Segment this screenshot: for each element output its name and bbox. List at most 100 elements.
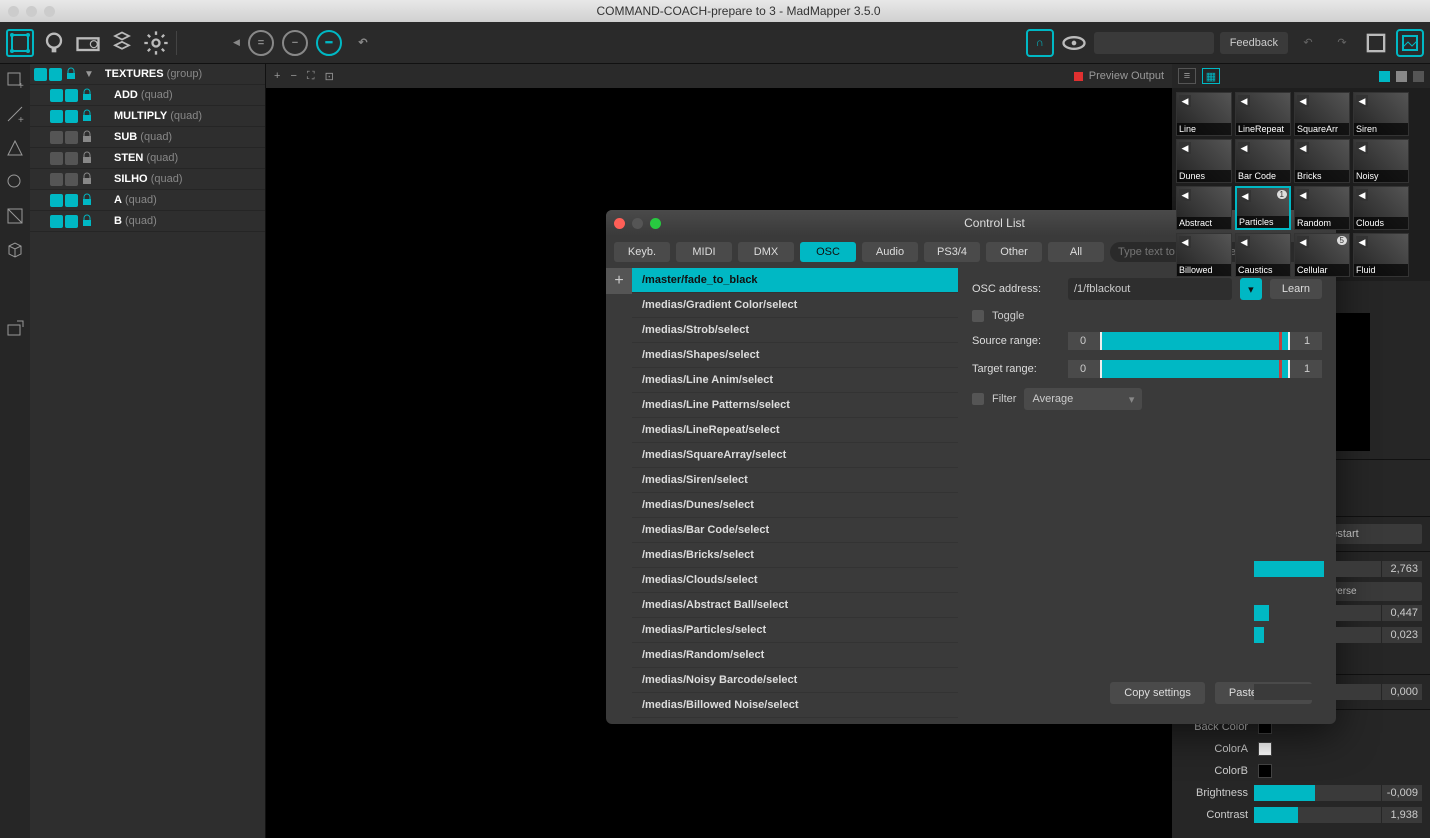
media-thumbnail[interactable]: ◀LineRepeat: [1235, 92, 1291, 136]
visibility-checkbox[interactable]: [50, 89, 63, 102]
lock-box-icon[interactable]: [1362, 29, 1390, 57]
bassglow-value[interactable]: 0,000: [1382, 684, 1422, 700]
minimize-window-button[interactable]: [26, 6, 37, 17]
undo-icon[interactable]: ↶: [350, 30, 376, 56]
add-3d-icon[interactable]: [5, 240, 25, 260]
visibility-checkbox[interactable]: [49, 68, 62, 81]
redo-history-icon[interactable]: ↷: [1328, 29, 1356, 57]
contrast-slider[interactable]: [1254, 807, 1381, 823]
speed-value[interactable]: 2,763: [1382, 561, 1422, 577]
control-list-item[interactable]: /medias/Particles/select: [632, 618, 958, 643]
undo-history-icon[interactable]: ↶: [1294, 29, 1322, 57]
colorb-swatch[interactable]: [1258, 764, 1272, 778]
feedback-button[interactable]: Feedback: [1220, 32, 1288, 54]
copy-settings-button[interactable]: Copy settings: [1110, 682, 1205, 704]
solo-checkbox[interactable]: [65, 173, 78, 186]
quad-tool-icon[interactable]: [6, 29, 34, 57]
expand-icon[interactable]: ⛶: [307, 70, 315, 83]
tree-item[interactable]: STEN (quad): [30, 148, 265, 169]
dialog-minimize-button[interactable]: [632, 218, 643, 229]
control-list-item[interactable]: /medias/Abstract Ball/select: [632, 593, 958, 618]
grid-view-tab[interactable]: ▦: [1202, 68, 1220, 84]
media-thumbnail[interactable]: ◀Billowed: [1176, 233, 1232, 277]
color-filter-gray[interactable]: [1396, 71, 1407, 82]
dialog-tab[interactable]: DMX: [738, 242, 794, 262]
control-list-item[interactable]: /medias/Shapes/select: [632, 343, 958, 368]
add-icon[interactable]: +: [274, 70, 280, 82]
dialog-tab[interactable]: Audio: [862, 242, 918, 262]
remove-icon[interactable]: −: [290, 70, 296, 82]
modules-icon[interactable]: [108, 29, 136, 57]
node-icon[interactable]: ∩: [1026, 29, 1054, 57]
control-list-item[interactable]: /medias/Noisy Barcode/select: [632, 668, 958, 693]
fit-icon[interactable]: ⊡: [325, 70, 334, 83]
media-thumbnail[interactable]: ◀Bar Code: [1235, 139, 1291, 183]
control-list-item[interactable]: /medias/Bar Code/select: [632, 518, 958, 543]
contrast-value[interactable]: 1,938: [1382, 807, 1422, 823]
media-thumbnail[interactable]: ◀Clouds: [1353, 186, 1409, 230]
dialog-zoom-button[interactable]: [650, 218, 661, 229]
control-list-item[interactable]: /medias/Bricks/select: [632, 543, 958, 568]
control-list-item[interactable]: /medias/Siren/select: [632, 468, 958, 493]
solo-checkbox[interactable]: [65, 215, 78, 228]
media-thumbnail[interactable]: ◀1Particles: [1235, 186, 1291, 230]
color-filter-dark[interactable]: [1413, 71, 1424, 82]
expand-caret-icon[interactable]: ▼: [84, 69, 94, 80]
solo-checkbox[interactable]: [65, 131, 78, 144]
dialog-tab[interactable]: PS3/4: [924, 242, 980, 262]
dialog-tab[interactable]: MIDI: [676, 242, 732, 262]
speed-slider[interactable]: [1254, 561, 1381, 577]
import-icon[interactable]: [5, 318, 25, 338]
media-thumbnail[interactable]: ◀Siren: [1353, 92, 1409, 136]
media-thumbnail[interactable]: ◀Abstract: [1176, 186, 1232, 230]
colora-swatch[interactable]: [1258, 742, 1272, 756]
blend-dash-button[interactable]: ━: [316, 30, 342, 56]
media-thumbnail[interactable]: ◀Random: [1294, 186, 1350, 230]
media-thumbnail[interactable]: ◀Line: [1176, 92, 1232, 136]
lock-icon[interactable]: [80, 109, 94, 123]
control-list-item[interactable]: /medias/Line Anim/select: [632, 368, 958, 393]
source-range-slider[interactable]: 0 1: [1068, 332, 1322, 350]
solo-checkbox[interactable]: [65, 194, 78, 207]
lock-icon[interactable]: [64, 67, 78, 81]
lock-icon[interactable]: [80, 193, 94, 207]
control-list-item[interactable]: /medias/Gradient Color/select: [632, 293, 958, 318]
visibility-checkbox[interactable]: [50, 173, 63, 186]
tree-header[interactable]: ▼ TEXTURES (group): [30, 64, 265, 85]
media-thumbnail[interactable]: ◀Dunes: [1176, 139, 1232, 183]
media-thumbnail[interactable]: ◀SquareArr: [1294, 92, 1350, 136]
visibility-checkbox[interactable]: [50, 131, 63, 144]
osc-address-input[interactable]: /1/fblackout: [1068, 278, 1232, 300]
control-list-item[interactable]: /master/fade_to_black: [632, 268, 958, 293]
visibility-checkbox[interactable]: [50, 215, 63, 228]
image-frame-icon[interactable]: [1396, 29, 1424, 57]
close-window-button[interactable]: [8, 6, 19, 17]
solo-checkbox[interactable]: [65, 110, 78, 123]
add-mask-icon[interactable]: [5, 206, 25, 226]
bassglow-slider[interactable]: [1254, 684, 1381, 700]
scale-value[interactable]: 0,447: [1382, 605, 1422, 621]
dialog-close-button[interactable]: [614, 218, 625, 229]
tree-item[interactable]: A (quad): [30, 190, 265, 211]
add-control-button[interactable]: +: [606, 268, 632, 294]
visibility-checkbox[interactable]: [50, 152, 63, 165]
projector-icon[interactable]: [74, 29, 102, 57]
control-list[interactable]: /master/fade_to_black/medias/Gradient Co…: [632, 268, 958, 718]
blend-minus-button[interactable]: −: [282, 30, 308, 56]
media-thumbnail[interactable]: ◀Caustics: [1235, 233, 1291, 277]
visibility-checkbox[interactable]: [34, 68, 47, 81]
osc-address-dropdown[interactable]: ▾: [1240, 278, 1262, 300]
dialog-tab[interactable]: Keyb.: [614, 242, 670, 262]
solo-checkbox[interactable]: [65, 152, 78, 165]
control-list-item[interactable]: /medias/Line Patterns/select: [632, 393, 958, 418]
control-list-item[interactable]: /medias/Random/select: [632, 643, 958, 668]
blend-equal-button[interactable]: =: [248, 30, 274, 56]
tree-item[interactable]: MULTIPLY (quad): [30, 106, 265, 127]
glow-value[interactable]: 0,023: [1382, 627, 1422, 643]
media-thumbnail[interactable]: ◀5Cellular: [1294, 233, 1350, 277]
control-list-item[interactable]: /medias/Dunes/select: [632, 493, 958, 518]
lock-icon[interactable]: [80, 214, 94, 228]
scale-slider[interactable]: [1254, 605, 1381, 621]
control-list-item[interactable]: /medias/SquareArray/select: [632, 443, 958, 468]
add-quad-icon[interactable]: +: [5, 70, 25, 90]
